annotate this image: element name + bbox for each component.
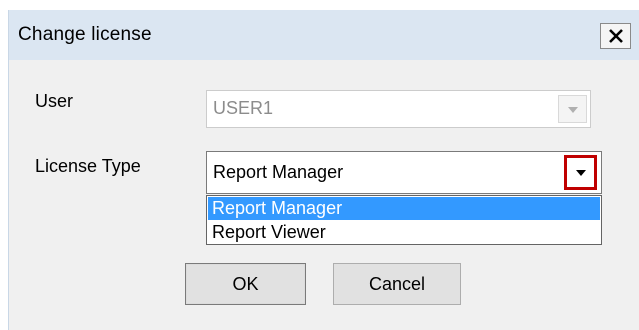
user-combobox[interactable]: USER1 xyxy=(206,90,591,128)
chevron-down-icon xyxy=(568,107,578,113)
chevron-down-icon xyxy=(576,170,586,176)
license-type-value: Report Manager xyxy=(213,162,344,182)
license-option-report-viewer[interactable]: Report Viewer xyxy=(208,221,600,244)
license-type-combobox[interactable]: Report Manager xyxy=(206,151,602,194)
license-type-dropdown-list: Report Manager Report Viewer xyxy=(206,195,602,245)
close-button[interactable] xyxy=(600,23,631,49)
license-option-report-manager[interactable]: Report Manager xyxy=(208,197,600,220)
title-bar[interactable]: Change license xyxy=(9,10,639,60)
change-license-dialog: Change license User USER1 License Type R… xyxy=(8,10,639,330)
cancel-button[interactable]: Cancel xyxy=(333,263,461,305)
license-type-label: License Type xyxy=(35,156,141,176)
license-dropdown-button[interactable] xyxy=(564,155,597,190)
close-icon xyxy=(609,29,623,43)
ok-button[interactable]: OK xyxy=(185,263,306,305)
dialog-title: Change license xyxy=(18,24,152,45)
user-dropdown-button xyxy=(558,95,587,123)
user-label: User xyxy=(35,91,74,111)
user-value: USER1 xyxy=(213,98,274,118)
